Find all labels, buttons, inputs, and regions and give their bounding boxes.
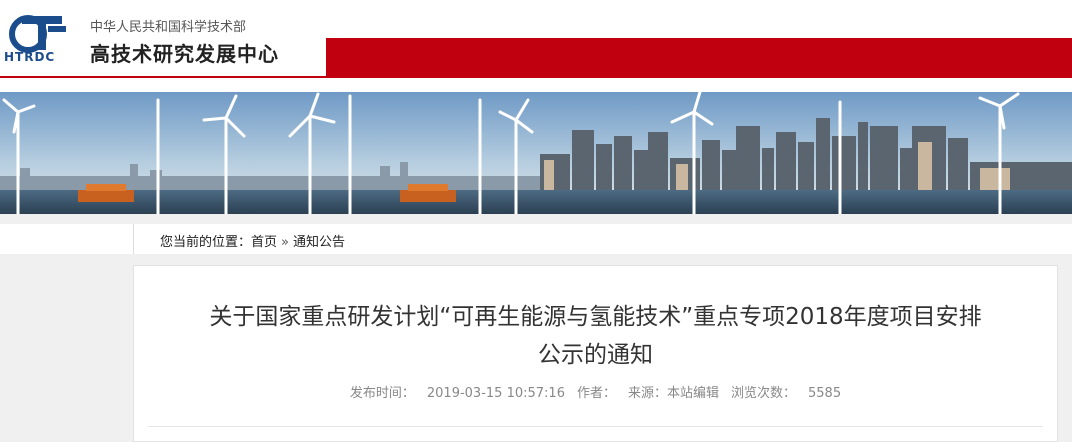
author-label: 作者： xyxy=(576,386,616,401)
article-title-line-1: 关于国家重点研发计划“可再生能源与氢能技术”重点专项2018年度项目安排 xyxy=(209,304,982,330)
article-panel: 关于国家重点研发计划“可再生能源与氢能技术”重点专项2018年度项目安排 公示的… xyxy=(133,265,1058,442)
views-label: 浏览次数： xyxy=(731,386,797,401)
article-divider xyxy=(148,426,1043,427)
publish-time-label: 发布时间： xyxy=(349,386,415,401)
breadcrumb-home-link[interactable]: 首页 xyxy=(251,235,277,250)
article-meta: 发布时间： 2019-03-15 10:57:16 作者： 来源：本站编辑 浏览次数： 5… xyxy=(134,382,1057,401)
banner-image xyxy=(0,92,1072,214)
breadcrumb-separator: » xyxy=(281,235,289,250)
source-label: 来源：本站编辑 xyxy=(627,386,719,401)
breadcrumb: 您当前的位置：首页 » 通知公告 xyxy=(133,224,1072,254)
center-name: 高技术研究发展中心 xyxy=(90,42,279,66)
publish-time: 2019-03-15 10:57:16 xyxy=(426,386,565,401)
city-skyline-turbines-image xyxy=(0,92,1072,214)
article-title-line-2: 公示的通知 xyxy=(538,342,653,368)
header-red-line xyxy=(0,76,326,78)
ministry-name: 中华人民共和国科学技术部 xyxy=(90,20,247,35)
article-title: 关于国家重点研发计划“可再生能源与氢能技术”重点专项2018年度项目安排 公示的… xyxy=(134,298,1057,374)
site-header: HTRDC 中华人民共和国科学技术部 高技术研究发展中心 xyxy=(0,0,1072,92)
view-count: 5585 xyxy=(808,386,842,401)
breadcrumb-text: 您当前的位置：首页 » 通知公告 xyxy=(160,231,345,250)
header-red-band xyxy=(326,38,1072,78)
breadcrumb-current-link[interactable]: 通知公告 xyxy=(293,235,345,250)
logo-text: HTRDC xyxy=(4,50,56,64)
breadcrumb-wrapper: 您当前的位置：首页 » 通知公告 xyxy=(0,224,1072,254)
breadcrumb-label: 您当前的位置： xyxy=(160,235,252,250)
